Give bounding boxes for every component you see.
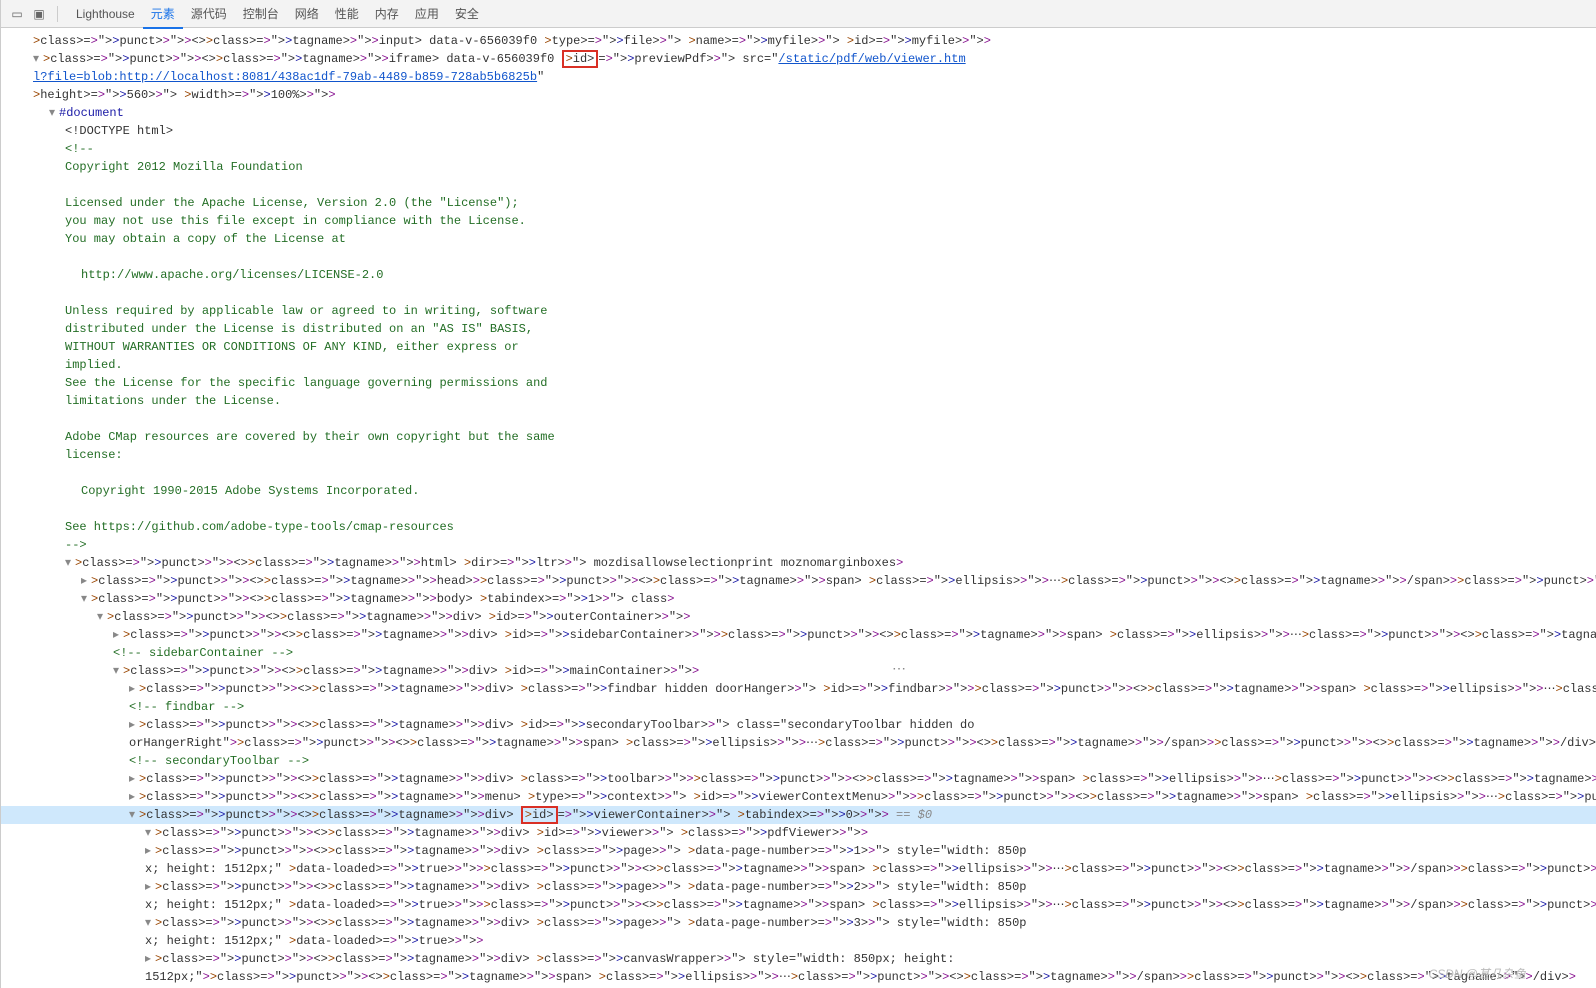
dom-line[interactable]: ▾>class>=>">>punct>>">><>>class>=>">>tag… bbox=[1, 914, 1596, 932]
dom-line[interactable]: ▾>class>=>">>punct>>">><>>class>=>">>tag… bbox=[1, 662, 1596, 680]
device-toolbar-icon[interactable]: ▣ bbox=[31, 6, 47, 22]
dom-line[interactable]: See https://github.com/adobe-type-tools/… bbox=[1, 518, 1596, 536]
dom-line[interactable]: ▸>class>=>">>punct>>">><>>class>=>">>tag… bbox=[1, 788, 1596, 806]
dom-line[interactable]: <!-- bbox=[1, 140, 1596, 158]
dom-line[interactable]: l?file=blob:http://localhost:8081/438ac1… bbox=[1, 68, 1596, 86]
selected-filename: 《大悲咒》（...注音版）.pdf bbox=[0, 808, 1, 937]
devtools-tab-网络[interactable]: 网络 bbox=[287, 1, 327, 27]
devtools-tabs: ▭ ▣ Lighthouse元素源代码控制台网络性能内存应用安全 bbox=[1, 0, 1596, 28]
dom-line[interactable]: you may not use this file except in comp… bbox=[1, 212, 1596, 230]
dom-line[interactable]: ▾>class>=>">>punct>>">><>>class>=>">>tag… bbox=[1, 824, 1596, 842]
choose-file-button[interactable]: 选择文件 bbox=[0, 723, 1, 805]
dom-line[interactable]: orHangerRight">>class>=>">>punct>>">><>>… bbox=[1, 734, 1596, 752]
line-marker-dots: ⋯ bbox=[892, 660, 906, 677]
dom-line[interactable]: ▾>class>=>">>punct>>">><>>class>=>">>tag… bbox=[1, 608, 1596, 626]
dom-line[interactable] bbox=[1, 176, 1596, 194]
dom-line[interactable]: x; height: 1512px;" >data-loaded>=>">>tr… bbox=[1, 860, 1596, 878]
watermark: CSDN @甚几杂鱼 bbox=[1428, 965, 1526, 982]
dom-line[interactable]: <!-- findbar --> bbox=[1, 698, 1596, 716]
dom-line[interactable]: <!DOCTYPE html> bbox=[1, 122, 1596, 140]
dom-line[interactable]: See the License for the specific languag… bbox=[1, 374, 1596, 392]
dom-line[interactable]: Copyright 1990-2015 Adobe Systems Incorp… bbox=[1, 482, 1596, 500]
dom-line[interactable]: Copyright 2012 Mozilla Foundation bbox=[1, 158, 1596, 176]
dom-line[interactable]: ▾>class>=>">>punct>>">><>>class>=>">>tag… bbox=[1, 806, 1596, 824]
dom-line[interactable]: ▾>class>=>">>punct>>">><>>class>=>">>tag… bbox=[1, 590, 1596, 608]
dom-line[interactable]: --> bbox=[1, 536, 1596, 554]
dom-line[interactable]: Adobe CMap resources are covered by thei… bbox=[1, 428, 1596, 446]
dom-line[interactable]: Unless required by applicable law or agr… bbox=[1, 302, 1596, 320]
dom-line[interactable] bbox=[1, 284, 1596, 302]
app-left-panel: pdf.js demo 本地 点击 点击一下 服务器 查看错误 查看有效 查看服… bbox=[0, 0, 1, 988]
dom-line[interactable]: ▾>class>=>">>punct>>">><>>class>=>">>tag… bbox=[1, 50, 1596, 68]
dom-line[interactable]: You may obtain a copy of the License at bbox=[1, 230, 1596, 248]
dom-line[interactable] bbox=[1, 248, 1596, 266]
dom-line[interactable]: >height>=>">>560>>"> >width>=>">>100%>>"… bbox=[1, 86, 1596, 104]
dom-line[interactable]: >class>=>">>punct>>">><>>class>=>">>tagn… bbox=[1, 32, 1596, 50]
dom-line[interactable]: x; height: 1512px;" >data-loaded>=>">>tr… bbox=[1, 896, 1596, 914]
devtools-tab-控制台[interactable]: 控制台 bbox=[235, 1, 287, 27]
dom-line[interactable]: ▸>class>=>">>punct>>">><>>class>=>">>tag… bbox=[1, 716, 1596, 734]
dom-line[interactable]: ▾>class>=>">>punct>>">><>>class>=>">>tag… bbox=[1, 554, 1596, 572]
dom-line[interactable] bbox=[1, 500, 1596, 518]
dom-line[interactable]: ▾#document bbox=[1, 104, 1596, 122]
dom-line[interactable]: Licensed under the Apache License, Versi… bbox=[1, 194, 1596, 212]
dom-line[interactable]: ▸>class>=>">>punct>>">><>>class>=>">>tag… bbox=[1, 878, 1596, 896]
devtools-tab-内存[interactable]: 内存 bbox=[367, 1, 407, 27]
devtools-tab-源代码[interactable]: 源代码 bbox=[183, 1, 235, 27]
dom-line[interactable]: <!-- sidebarContainer --> bbox=[1, 644, 1596, 662]
dom-line[interactable]: x; height: 1512px;" >data-loaded>=>">>tr… bbox=[1, 932, 1596, 950]
dom-line[interactable]: ▸>class>=>">>punct>>">><>>class>=>">>tag… bbox=[1, 680, 1596, 698]
dom-line[interactable]: ▸>class>=>">>punct>>">><>>class>=>">>tag… bbox=[1, 842, 1596, 860]
dom-line[interactable] bbox=[1, 410, 1596, 428]
dom-line[interactable]: http://www.apache.org/licenses/LICENSE-2… bbox=[1, 266, 1596, 284]
devtools-tab-Lighthouse[interactable]: Lighthouse bbox=[68, 1, 143, 27]
devtools-tab-元素[interactable]: 元素 bbox=[143, 1, 183, 29]
dom-line[interactable]: ▸>class>=>">>punct>>">><>>class>=>">>tag… bbox=[1, 770, 1596, 788]
dom-line[interactable]: 1512px;">>class>=>">>punct>>">><>>class>… bbox=[1, 968, 1596, 986]
dom-line[interactable]: limitations under the License. bbox=[1, 392, 1596, 410]
dom-line[interactable]: license: bbox=[1, 446, 1596, 464]
devtools-panel: ▭ ▣ Lighthouse元素源代码控制台网络性能内存应用安全 >class>… bbox=[1, 0, 1596, 988]
devtools-tab-安全[interactable]: 安全 bbox=[447, 1, 487, 27]
dom-line[interactable] bbox=[1, 464, 1596, 482]
dom-line[interactable]: ▸>class>=>">>punct>>">><>>class>=>">>tag… bbox=[1, 572, 1596, 590]
devtools-tab-应用[interactable]: 应用 bbox=[407, 1, 447, 27]
dom-line[interactable]: ▸>class>=>">>punct>>">><>>class>=>">>tag… bbox=[1, 626, 1596, 644]
dom-tree[interactable]: >class>=>">>punct>>">><>>class>=>">>tagn… bbox=[1, 28, 1596, 988]
dom-line[interactable]: WITHOUT WARRANTIES OR CONDITIONS OF ANY … bbox=[1, 338, 1596, 356]
devtools-tab-性能[interactable]: 性能 bbox=[327, 1, 367, 27]
dom-line[interactable]: distributed under the License is distrib… bbox=[1, 320, 1596, 338]
dom-line[interactable]: <!-- secondaryToolbar --> bbox=[1, 752, 1596, 770]
inspect-element-icon[interactable]: ▭ bbox=[9, 6, 25, 22]
dom-line[interactable]: ▸>class>=>">>punct>>">><>>class>=>">>tag… bbox=[1, 950, 1596, 968]
dom-line[interactable]: implied. bbox=[1, 356, 1596, 374]
